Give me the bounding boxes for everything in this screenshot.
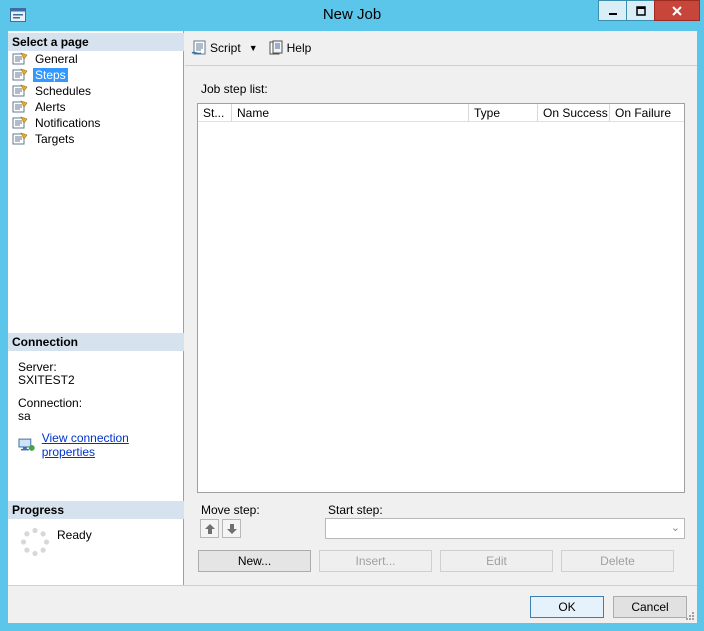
ok-button[interactable]: OK: [530, 596, 604, 618]
right-panel: Script ▼ Help Job step list: St... Name …: [185, 31, 697, 585]
column-header-on-failure[interactable]: On Failure: [610, 104, 684, 121]
page-icon: [12, 132, 28, 145]
page-item-steps[interactable]: Steps: [12, 67, 102, 83]
script-dropdown-arrow-icon[interactable]: ▼: [249, 43, 258, 53]
chevron-down-icon: ⌄: [670, 522, 680, 534]
script-button[interactable]: Script ▼: [191, 40, 262, 56]
cancel-button[interactable]: Cancel: [613, 596, 687, 618]
close-icon: [672, 5, 682, 16]
page-label-steps: Steps: [33, 68, 68, 82]
help-icon: [269, 40, 283, 55]
left-panel: Select a page General Steps Schedules Al…: [8, 31, 184, 585]
steps-page: Job step list: St... Name Type On Succes…: [185, 67, 697, 585]
toolbar: Script ▼ Help: [185, 31, 697, 66]
page-item-schedules[interactable]: Schedules: [12, 83, 102, 99]
edit-step-button[interactable]: Edit: [440, 550, 553, 572]
page-label-alerts: Alerts: [35, 100, 66, 114]
page-icon: [12, 68, 28, 81]
dialog-client: Select a page General Steps Schedules Al…: [8, 31, 697, 623]
page-label-targets: Targets: [35, 132, 75, 146]
grid-header: St... Name Type On Success On Failure: [198, 104, 684, 122]
new-job-window: New Job Select a page General Steps Sche…: [0, 0, 704, 631]
maximize-button[interactable]: [626, 0, 655, 21]
help-label: Help: [286, 41, 312, 55]
page-list: General Steps Schedules Alerts Notificat…: [12, 51, 102, 147]
connection-header: Connection: [8, 333, 184, 351]
move-step-down-button[interactable]: [222, 519, 241, 538]
page-icon: [12, 100, 28, 113]
view-connection-properties-link[interactable]: View connection properties: [42, 431, 183, 459]
page-item-general[interactable]: General: [12, 51, 102, 67]
column-header-step[interactable]: St...: [198, 104, 232, 121]
page-icon: [12, 116, 28, 129]
page-icon: [12, 52, 28, 65]
page-icon: [12, 84, 28, 97]
column-header-name[interactable]: Name: [232, 104, 469, 121]
page-item-notifications[interactable]: Notifications: [12, 115, 102, 131]
move-step-label: Move step:: [201, 503, 260, 517]
title-bar[interactable]: New Job: [0, 0, 704, 30]
insert-step-button[interactable]: Insert...: [319, 550, 432, 572]
page-item-alerts[interactable]: Alerts: [12, 99, 102, 115]
close-button[interactable]: [654, 0, 700, 21]
new-step-button[interactable]: New...: [198, 550, 311, 572]
connection-properties-icon: [18, 438, 35, 451]
connection-value: sa: [18, 409, 31, 423]
minimize-button[interactable]: [598, 0, 627, 21]
help-button[interactable]: Help: [268, 40, 312, 56]
job-step-list-label: Job step list:: [201, 82, 268, 96]
column-header-type[interactable]: Type: [469, 104, 538, 121]
maximize-icon: [635, 5, 646, 16]
view-connection-properties[interactable]: View connection properties: [18, 431, 183, 459]
delete-step-button[interactable]: Delete: [561, 550, 674, 572]
progress-status: Ready: [57, 528, 92, 542]
server-value: SXITEST2: [18, 373, 75, 387]
start-step-select[interactable]: ⌄: [325, 518, 685, 539]
page-label-general: General: [35, 52, 78, 66]
page-label-notifications: Notifications: [35, 116, 101, 130]
script-icon: [191, 40, 206, 55]
arrow-down-icon: [226, 523, 237, 534]
page-item-targets[interactable]: Targets: [12, 131, 102, 147]
move-step-up-button[interactable]: [200, 519, 219, 538]
resize-grip-icon[interactable]: [685, 611, 695, 621]
arrow-up-icon: [204, 523, 215, 534]
start-step-label: Start step:: [328, 503, 383, 517]
dialog-footer: OK Cancel: [8, 585, 697, 623]
select-page-header: Select a page: [8, 33, 184, 51]
page-label-schedules: Schedules: [35, 84, 92, 98]
job-step-grid[interactable]: St... Name Type On Success On Failure: [197, 103, 685, 493]
progress-header: Progress: [8, 501, 184, 519]
script-label: Script: [210, 41, 241, 55]
minimize-icon: [608, 12, 617, 15]
column-header-on-success[interactable]: On Success: [538, 104, 610, 121]
progress-spinner-icon: [20, 527, 50, 557]
